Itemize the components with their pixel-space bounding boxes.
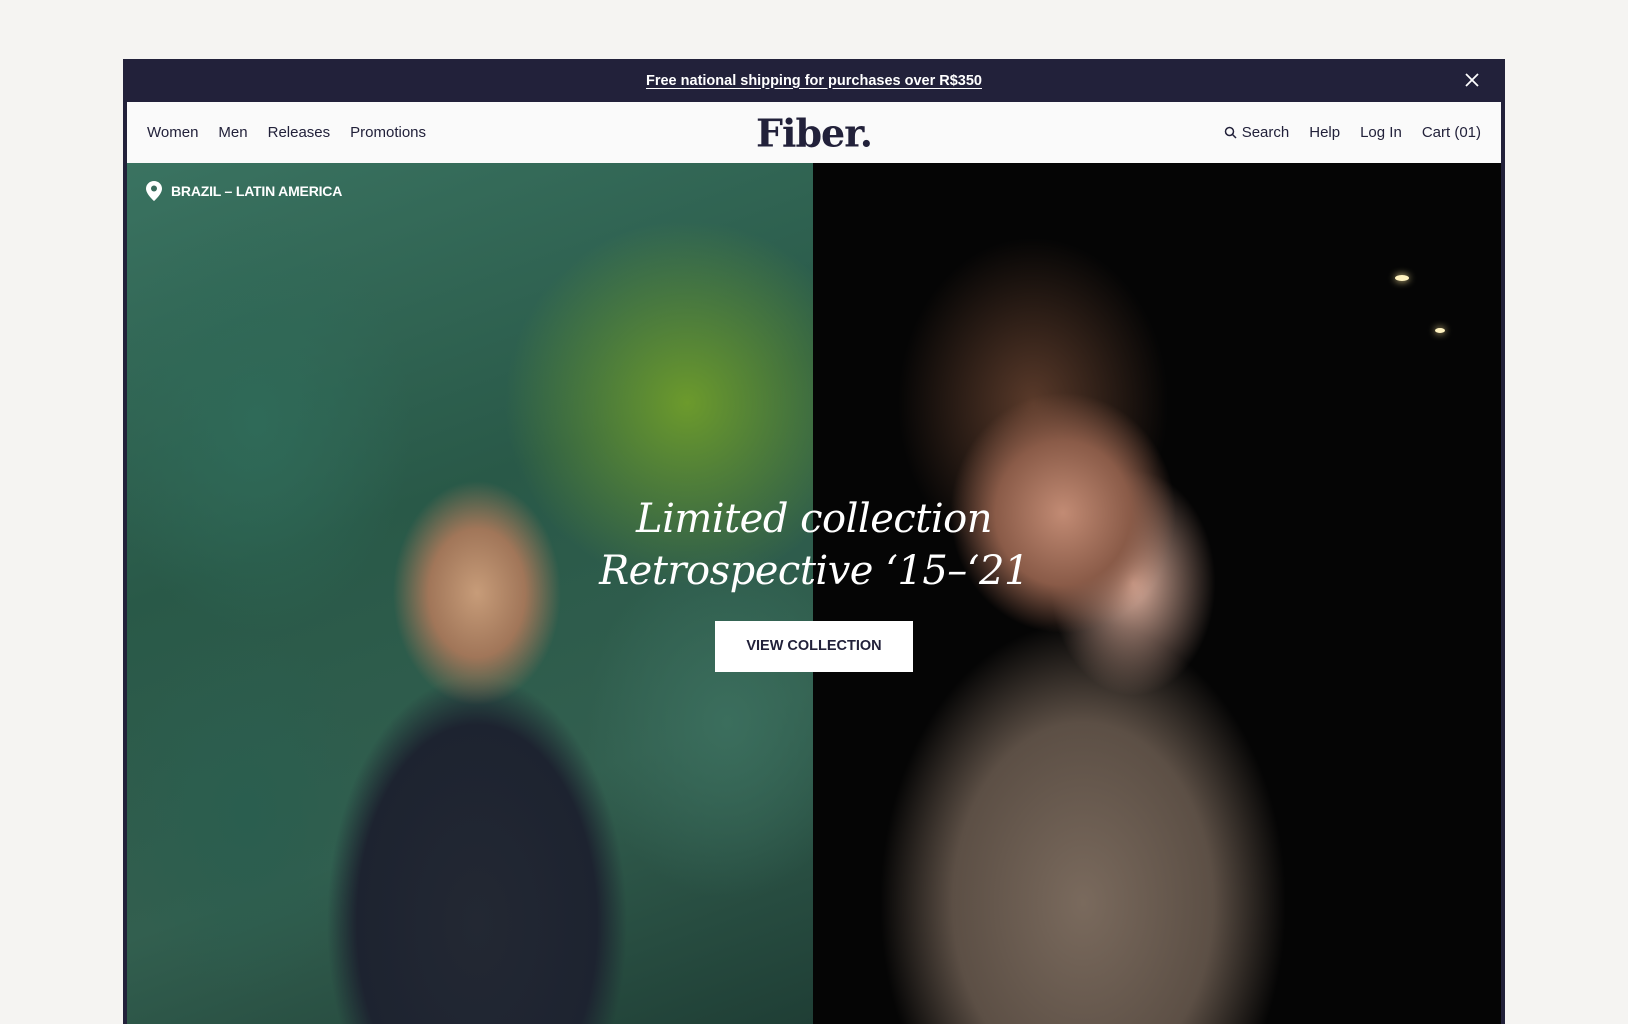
nav-actions: Search Help Log In Cart (01) [1224,124,1481,141]
location-label: BRAZIL – LATIN AMERICA [171,183,343,199]
background-light [1395,275,1409,281]
login-link[interactable]: Log In [1360,124,1402,141]
nav-item-women[interactable]: Women [147,124,198,141]
location-pin-icon [146,181,162,201]
browser-frame: Free national shipping for purchases ove… [123,59,1505,1024]
search-icon [1224,126,1237,139]
shipping-promo-link[interactable]: Free national shipping for purchases ove… [646,73,982,89]
brand-logo[interactable]: Fiber. [756,110,873,155]
location-tag: BRAZIL – LATIN AMERICA [146,181,342,201]
search-button[interactable]: Search [1224,124,1290,141]
close-icon[interactable] [1463,71,1481,89]
nav-item-men[interactable]: Men [218,124,247,141]
cart-link[interactable]: Cart (01) [1422,124,1481,141]
nav-categories: Women Men Releases Promotions [147,124,426,141]
search-label: Search [1241,124,1290,141]
main-navbar: Women Men Releases Promotions Fiber. Sea… [127,102,1501,163]
nav-item-promotions[interactable]: Promotions [350,124,426,141]
help-link[interactable]: Help [1309,124,1340,141]
hero-content: Limited collection Retrospective ‘15–‘21… [127,493,1501,672]
background-light [1435,328,1445,333]
hero-banner: BRAZIL – LATIN AMERICA Limited collectio… [127,163,1501,1024]
view-collection-button[interactable]: VIEW COLLECTION [715,621,913,672]
nav-item-releases[interactable]: Releases [268,124,331,141]
hero-headline-line2: Retrospective ‘15–‘21 [599,548,1029,594]
hero-headline-line1: Limited collection [636,496,993,542]
announcement-bar: Free national shipping for purchases ove… [127,59,1501,102]
